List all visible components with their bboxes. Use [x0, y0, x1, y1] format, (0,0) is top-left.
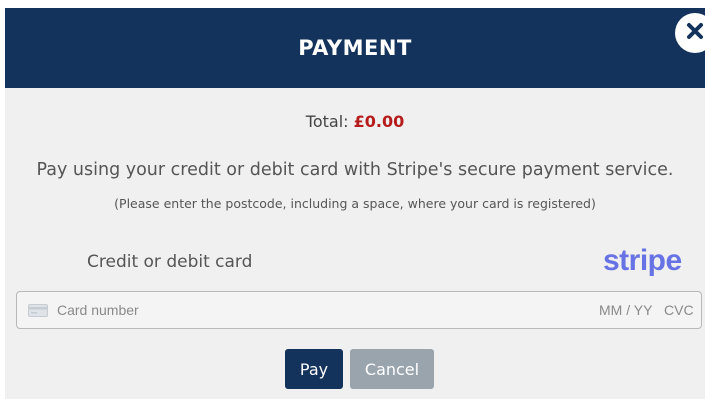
payment-modal: PAYMENT Total: £0.00 Pay using your cred… — [5, 8, 710, 399]
close-icon — [685, 21, 705, 46]
credit-card-icon — [28, 304, 48, 317]
modal-title: PAYMENT — [298, 36, 412, 60]
pay-button[interactable]: Pay — [285, 349, 343, 389]
modal-header: PAYMENT — [5, 8, 705, 88]
cvc-placeholder[interactable]: CVC — [664, 302, 694, 318]
close-button[interactable] — [675, 13, 710, 53]
payment-info-text: Pay using your credit or debit card with… — [36, 160, 674, 180]
total-label: Total: — [305, 112, 349, 131]
card-input-field[interactable]: Card number MM / YY CVC — [16, 291, 702, 329]
card-number-placeholder[interactable]: Card number — [57, 302, 139, 318]
postcode-note: (Please enter the postcode, including a … — [114, 196, 596, 211]
total-amount: £0.00 — [353, 112, 405, 131]
cancel-button[interactable]: Cancel — [350, 349, 434, 389]
stripe-logo: stripe — [603, 244, 682, 277]
total-line: Total: £0.00 — [5, 112, 705, 131]
expiry-placeholder[interactable]: MM / YY — [599, 302, 652, 318]
card-field-label: Credit or debit card — [87, 252, 253, 272]
